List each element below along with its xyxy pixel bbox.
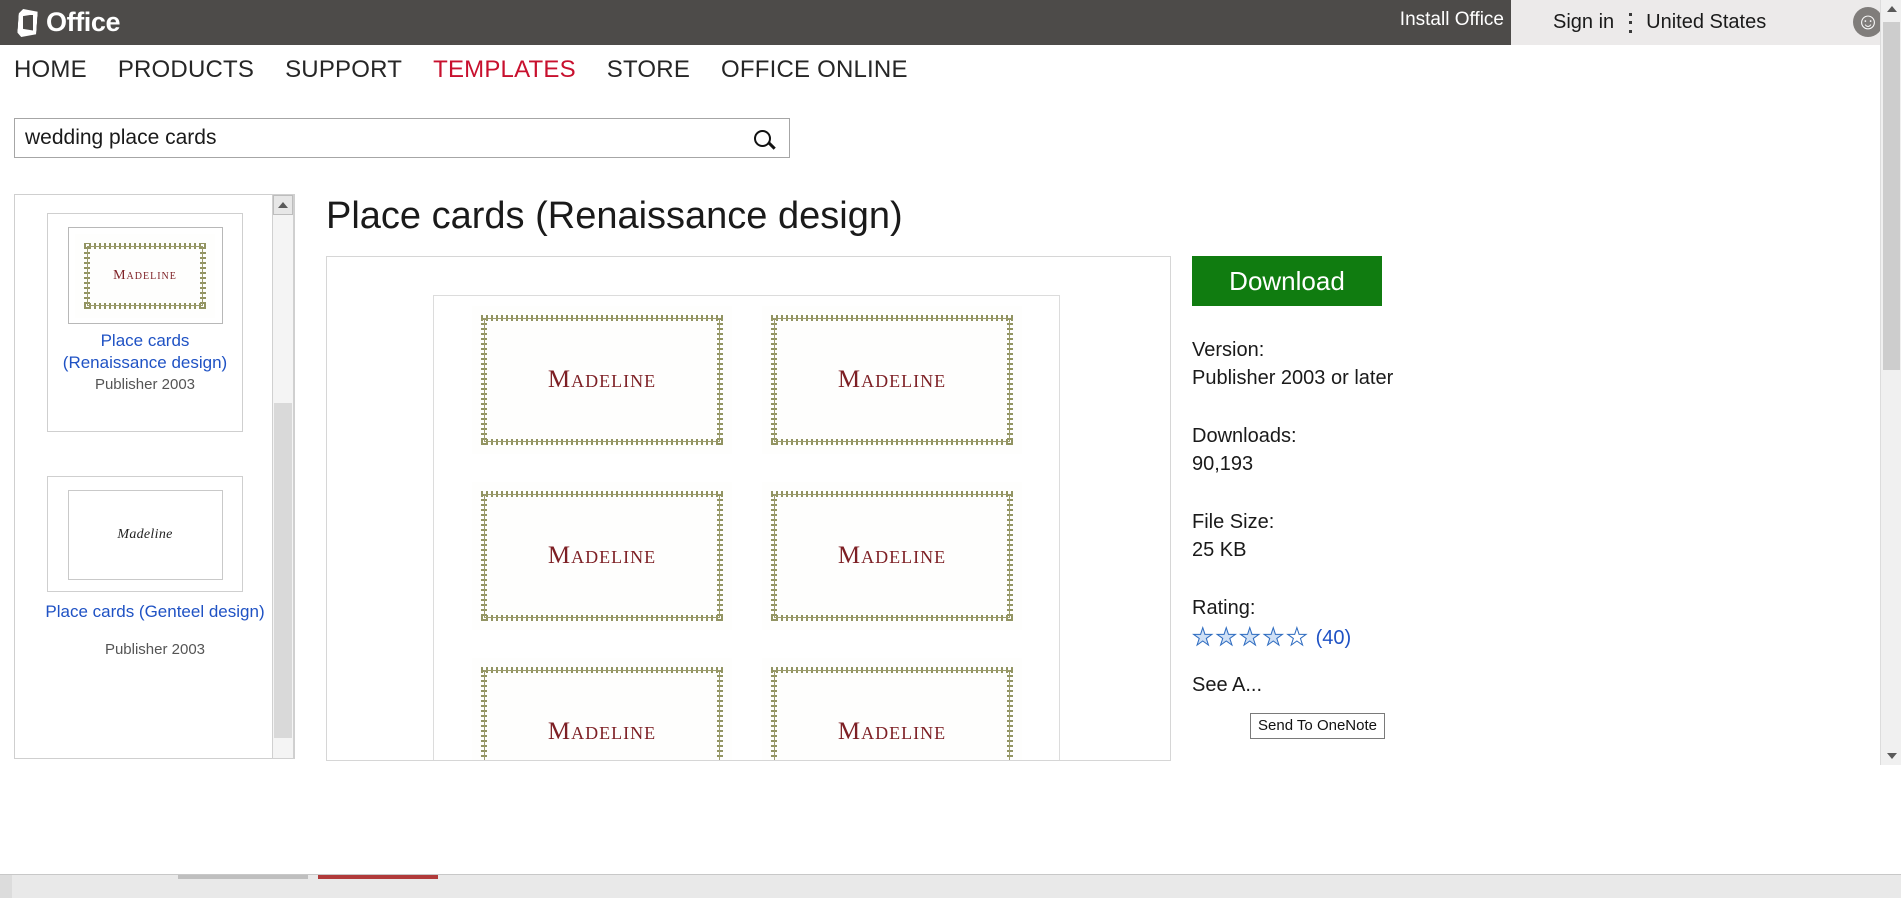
place-card-name: Madeline [838,366,946,394]
downloads-block: Downloads: 90,193 [1192,422,1492,478]
result-thumbnail-genteel: Madeline [68,490,223,580]
result-card-renaissance[interactable]: Madeline Place cards (Renaissance design… [47,213,243,432]
result-title-renaissance[interactable]: Place cards (Renaissance design) [61,330,229,374]
rating-row[interactable]: ★ ★ ★ ★ ★ (40) [1192,626,1492,650]
rating-block: Rating: ★ ★ ★ ★ ★ (40) [1192,594,1492,650]
install-office-link[interactable]: Install Office [1400,9,1504,31]
signin-zone: Sign in United States ☺ [1511,0,1901,45]
version-value: Publisher 2003 or later [1192,364,1492,392]
bottom-strip-segment-active [318,875,438,879]
place-card-name: Madeline [548,542,656,570]
version-block: Version: Publisher 2003 or later [1192,336,1492,392]
star-icon[interactable]: ★ [1286,626,1308,650]
nav-item-home[interactable]: HOME [14,56,87,84]
smiley-face-icon[interactable]: ☺ [1853,7,1883,37]
result-subtitle-renaissance: Publisher 2003 [95,376,195,393]
star-icon[interactable]: ★ [1216,626,1238,650]
rating-stars[interactable]: ★ ★ ★ ★ ★ [1192,626,1308,650]
template-sheet: Madeline Madeline Madeline Madeline Made… [433,295,1060,761]
office-brand-label: Office [46,9,120,36]
window-scrollbar[interactable] [1880,0,1901,765]
place-card-name: Madeline [838,718,946,746]
bottom-strip-left-edge [0,875,12,898]
place-card: Madeline [762,482,1022,630]
bottom-strip [0,874,1901,898]
star-icon[interactable]: ★ [1263,626,1285,650]
results-scrollbar-thumb[interactable] [274,403,292,738]
search-results-panel: Madeline Place cards (Renaissance design… [14,194,295,759]
results-scroll-up-icon[interactable] [273,195,293,215]
filesize-block: File Size: 25 KB [1192,508,1492,564]
office-logo-icon [14,8,40,38]
downloads-label: Downloads: [1192,422,1492,450]
downloads-value: 90,193 [1192,450,1492,478]
place-card: Madeline [472,658,732,761]
results-scrollbar[interactable] [272,194,294,759]
rating-label: Rating: [1192,594,1492,622]
nav-item-products[interactable]: PRODUCTS [118,56,254,84]
version-label: Version: [1192,336,1492,364]
office-brand-link[interactable]: Office [14,8,120,38]
office-templates-page: Office Install Office Sign in United Sta… [0,0,1901,898]
place-card: Madeline [762,306,1022,454]
place-card: Madeline [472,306,732,454]
nav-item-templates[interactable]: TEMPLATES [433,56,576,84]
place-card-name: Madeline [548,718,656,746]
place-card: Madeline [762,658,1022,761]
place-card-preview: Madeline [75,234,215,318]
place-cards-grid: Madeline Madeline Madeline Madeline Made… [472,306,1022,761]
result-card-genteel[interactable]: Madeline [47,476,243,592]
nav-item-support[interactable]: SUPPORT [285,56,402,84]
place-card: Madeline [472,482,732,630]
filesize-label: File Size: [1192,508,1492,536]
scroll-down-arrow-icon[interactable] [1881,747,1901,765]
search-bar [14,118,790,158]
search-button[interactable] [735,119,789,157]
rating-count: (40) [1316,627,1352,650]
nav-item-office-online[interactable]: OFFICE ONLINE [721,56,908,84]
country-selector[interactable]: United States [1646,11,1766,34]
nav-item-store[interactable]: STORE [607,56,690,84]
template-preview-frame: Madeline Madeline Madeline Madeline Made… [326,256,1171,761]
page-title: Place cards (Renaissance design) [326,195,903,238]
main-navigation: HOME PRODUCTS SUPPORT TEMPLATES STORE OF… [0,45,1880,95]
place-card-name: Madeline [838,542,946,570]
bottom-strip-segment [178,875,308,879]
place-card-name: Madeline [548,366,656,394]
result-thumbnail-renaissance: Madeline [68,227,223,324]
place-card-name-script: Madeline [117,527,172,543]
scroll-up-arrow-icon[interactable] [1881,0,1901,18]
search-icon [754,130,771,147]
star-icon[interactable]: ★ [1192,626,1214,650]
search-input[interactable] [15,119,735,157]
template-detail-rail: Download Version: Publisher 2003 or late… [1192,256,1492,697]
result-subtitle-genteel: Publisher 2003 [35,641,275,658]
filesize-value: 25 KB [1192,536,1492,564]
sign-in-link[interactable]: Sign in [1553,11,1614,34]
vertical-dots-icon [1628,13,1632,33]
see-also-label: See A... [1192,674,1492,697]
send-to-onenote-tooltip: Send To OneNote [1250,713,1385,739]
place-card-name: Madeline [113,268,177,284]
star-icon[interactable]: ★ [1239,626,1261,650]
download-button[interactable]: Download [1192,256,1382,306]
window-scrollbar-thumb[interactable] [1883,22,1900,370]
result-title-genteel[interactable]: Place cards (Genteel design) [35,601,275,623]
